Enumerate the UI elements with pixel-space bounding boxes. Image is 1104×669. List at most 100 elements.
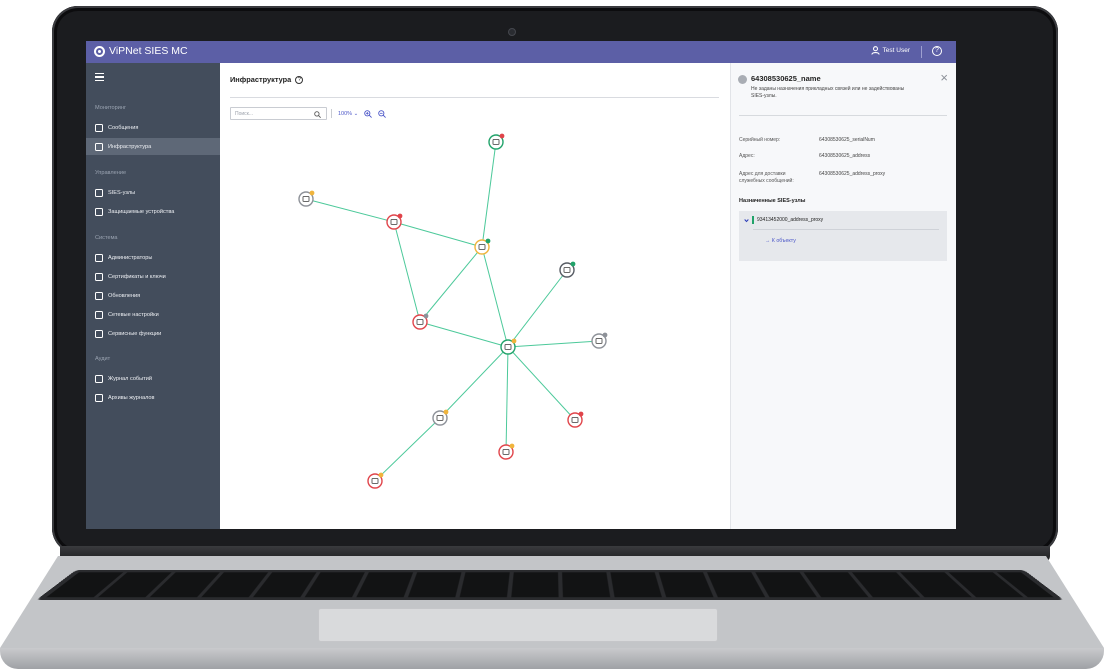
webcam-icon [508, 28, 516, 36]
field-value: 64308530625_address_proxy [819, 171, 886, 177]
graph-edge [507, 340, 600, 348]
node-status-dot [443, 409, 449, 415]
sidebar-item-messages[interactable]: Сообщения [86, 119, 220, 136]
user-menu[interactable]: Test User [870, 46, 910, 55]
node-status-dot [511, 338, 517, 344]
sidebar-item-label: Инфраструктура [108, 143, 152, 150]
sidebar-item-event-log[interactable]: Журнал событий [86, 370, 220, 387]
assigned-nodes-title: Назначенные SIES-узлы [739, 198, 806, 204]
screen: ViPNet SIES MC Test User ? Мониторинг Со… [86, 41, 956, 529]
sidebar-item-infrastructure[interactable]: Инфраструктура [86, 138, 220, 155]
sidebar-item-label: Сообщения [108, 124, 139, 131]
sidebar-item-sies-nodes[interactable]: SIES-узлы [86, 184, 220, 201]
certificate-icon [95, 272, 103, 281]
graph-node[interactable] [591, 332, 608, 349]
section-system: Система [95, 235, 118, 241]
log-archive-icon [95, 393, 103, 402]
node-status-dot [378, 472, 384, 478]
go-to-object-link[interactable]: → К объекту [765, 238, 796, 244]
zoom-in-icon[interactable] [364, 109, 373, 118]
divider [230, 97, 719, 98]
keyboard [36, 570, 1064, 600]
node-status-dot [602, 332, 608, 338]
sidebar-item-label: SIES-узлы [108, 189, 136, 196]
graph-edge [393, 221, 483, 248]
infrastructure-graph[interactable] [220, 123, 730, 529]
app-logo[interactable]: ViPNet SIES MC [94, 45, 188, 57]
field-key: Адрес: [739, 153, 755, 159]
sidebar: Мониторинг Сообщения Инфраструктура Упра… [86, 63, 220, 529]
zoom-select[interactable]: 100% ⌄ [338, 111, 358, 117]
sidebar-item-label: Архивы журналов [108, 394, 155, 401]
help-icon[interactable]: ? [932, 46, 942, 56]
status-dot [738, 75, 747, 84]
graph-node[interactable] [412, 313, 429, 330]
sidebar-item-log-archives[interactable]: Архивы журналов [86, 389, 220, 406]
sidebar-item-service-functions[interactable]: Сервисные функции [86, 325, 220, 342]
protected-devices-icon [95, 207, 103, 216]
page-title-text: Инфраструктура [230, 75, 292, 84]
search-icon[interactable] [314, 110, 321, 118]
updates-icon [95, 291, 103, 300]
divider [739, 115, 947, 116]
field-key: Серийный номер: [739, 137, 781, 143]
assigned-node-label: 93413452000_address_proxy [757, 217, 824, 223]
graph-edge [439, 346, 509, 419]
graph-node[interactable] [488, 133, 505, 150]
graph-edge [507, 346, 576, 421]
status-bar [752, 216, 754, 224]
sidebar-item-network-settings[interactable]: Сетевые настройки [86, 306, 220, 323]
sidebar-item-certificates[interactable]: Сертификаты и ключи [86, 268, 220, 285]
field-key: Адрес для доставки служебных сообщений: [739, 171, 794, 184]
sidebar-item-administrators[interactable]: Администраторы [86, 249, 220, 266]
field-value: 64308530625_address [819, 153, 871, 159]
sidebar-item-updates[interactable]: Обновления [86, 287, 220, 304]
section-monitoring: Мониторинг [95, 105, 127, 111]
help-icon[interactable]: ? [295, 75, 304, 84]
zoom-level: 100% [338, 110, 353, 117]
node-status-dot [397, 213, 403, 219]
sidebar-item-label: Сетевые настройки [108, 311, 159, 318]
zoom-controls: 100% ⌄ [331, 109, 387, 118]
assigned-node-item[interactable]: 93413452000_address_proxy [744, 216, 823, 224]
graph-node[interactable] [298, 190, 315, 207]
sidebar-item-label: Сертификаты и ключи [108, 273, 166, 280]
divider [753, 229, 939, 230]
graph-node[interactable] [559, 261, 576, 278]
graph-node[interactable] [386, 213, 403, 230]
graph-node[interactable] [500, 338, 517, 355]
menu-icon[interactable] [95, 73, 104, 81]
field-value: 64308530625_serialNum [819, 137, 875, 143]
sidebar-item-label: Администраторы [108, 254, 153, 261]
messages-icon [95, 123, 103, 132]
zoom-separator [331, 109, 332, 118]
section-audit: Аудит [95, 356, 111, 362]
node-status-dot [499, 133, 505, 139]
sidebar-item-label: Сервисные функции [108, 330, 162, 337]
graph-node[interactable] [498, 443, 515, 460]
graph-node[interactable] [474, 238, 491, 255]
graph-node[interactable] [367, 472, 384, 489]
trackpad [318, 608, 718, 642]
event-log-icon [95, 374, 103, 383]
user-name: Test User [882, 47, 910, 54]
search-input[interactable]: Поиск... [230, 107, 327, 120]
close-icon[interactable]: × [940, 71, 948, 84]
sies-nodes-icon [95, 188, 103, 197]
node-status-dot [509, 443, 515, 449]
node-status-dot [309, 190, 315, 196]
graph-node[interactable] [432, 409, 449, 426]
chevron-down-icon[interactable] [744, 218, 749, 223]
node-status-dot [423, 313, 429, 319]
graph-node[interactable] [567, 411, 584, 428]
graph-edge [419, 246, 483, 323]
graph-edge [505, 346, 509, 453]
sidebar-item-protected-devices[interactable]: Защищаемые устройства [86, 203, 220, 220]
graph-edge [419, 321, 509, 348]
zoom-out-icon[interactable] [378, 109, 387, 118]
panel-warning: Не заданы назначения прикладных связей и… [751, 86, 905, 99]
assigned-nodes-list: 93413452000_address_proxy → К объекту [739, 211, 947, 261]
graph-edge [481, 141, 497, 248]
network-icon [95, 310, 103, 319]
main-content: Инфраструктура ? Поиск... 100% ⌄ [220, 63, 730, 529]
